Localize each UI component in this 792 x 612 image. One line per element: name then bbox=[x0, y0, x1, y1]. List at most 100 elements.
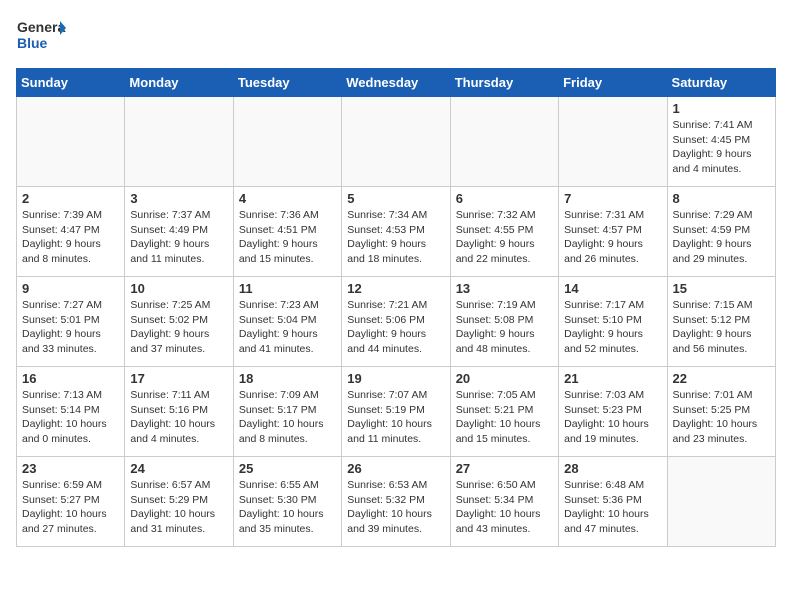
day-info: Sunrise: 7:17 AM Sunset: 5:10 PM Dayligh… bbox=[564, 298, 661, 357]
day-number: 17 bbox=[130, 371, 227, 386]
weekday-header-thursday: Thursday bbox=[450, 69, 558, 97]
day-info: Sunrise: 7:15 AM Sunset: 5:12 PM Dayligh… bbox=[673, 298, 770, 357]
day-info: Sunrise: 7:41 AM Sunset: 4:45 PM Dayligh… bbox=[673, 118, 770, 177]
day-info: Sunrise: 6:48 AM Sunset: 5:36 PM Dayligh… bbox=[564, 478, 661, 537]
calendar-cell: 9 Sunrise: 7:27 AM Sunset: 5:01 PM Daylig… bbox=[17, 277, 125, 367]
calendar-cell: 8 Sunrise: 7:29 AM Sunset: 4:59 PM Daylig… bbox=[667, 187, 775, 277]
day-info: Sunrise: 6:59 AM Sunset: 5:27 PM Dayligh… bbox=[22, 478, 119, 537]
day-number: 22 bbox=[673, 371, 770, 386]
calendar-week-row: 16 Sunrise: 7:13 AM Sunset: 5:14 PM Dayli… bbox=[17, 367, 776, 457]
calendar-cell: 11 Sunrise: 7:23 AM Sunset: 5:04 PM Dayli… bbox=[233, 277, 341, 367]
calendar-cell: 21 Sunrise: 7:03 AM Sunset: 5:23 PM Dayli… bbox=[559, 367, 667, 457]
calendar-cell: 22 Sunrise: 7:01 AM Sunset: 5:25 PM Dayli… bbox=[667, 367, 775, 457]
day-info: Sunrise: 7:37 AM Sunset: 4:49 PM Dayligh… bbox=[130, 208, 227, 267]
day-info: Sunrise: 7:27 AM Sunset: 5:01 PM Dayligh… bbox=[22, 298, 119, 357]
weekday-header-wednesday: Wednesday bbox=[342, 69, 450, 97]
day-info: Sunrise: 7:21 AM Sunset: 5:06 PM Dayligh… bbox=[347, 298, 444, 357]
day-number: 23 bbox=[22, 461, 119, 476]
calendar-cell: 24Sunrise: 6:57 AM Sunset: 5:29 PM Dayli… bbox=[125, 457, 233, 547]
day-number: 3 bbox=[130, 191, 227, 206]
day-number: 15 bbox=[673, 281, 770, 296]
page-header: General Blue bbox=[16, 16, 776, 58]
day-number: 7 bbox=[564, 191, 661, 206]
day-number: 16 bbox=[22, 371, 119, 386]
calendar-week-row: 23 Sunrise: 6:59 AM Sunset: 5:27 PM Dayli… bbox=[17, 457, 776, 547]
day-info: Sunrise: 6:57 AM Sunset: 5:29 PM Dayligh… bbox=[130, 478, 227, 537]
calendar-cell bbox=[667, 457, 775, 547]
calendar-cell: 4 Sunrise: 7:36 AM Sunset: 4:51 PM Daylig… bbox=[233, 187, 341, 277]
day-info: Sunrise: 7:36 AM Sunset: 4:51 PM Dayligh… bbox=[239, 208, 336, 267]
day-info: Sunrise: 7:29 AM Sunset: 4:59 PM Dayligh… bbox=[673, 208, 770, 267]
day-info: Sunrise: 7:34 AM Sunset: 4:53 PM Dayligh… bbox=[347, 208, 444, 267]
day-info: Sunrise: 7:31 AM Sunset: 4:57 PM Dayligh… bbox=[564, 208, 661, 267]
calendar-cell: 15 Sunrise: 7:15 AM Sunset: 5:12 PM Dayli… bbox=[667, 277, 775, 367]
day-number: 10 bbox=[130, 281, 227, 296]
weekday-header-row: SundayMondayTuesdayWednesdayThursdayFrid… bbox=[17, 69, 776, 97]
calendar-week-row: 9 Sunrise: 7:27 AM Sunset: 5:01 PM Daylig… bbox=[17, 277, 776, 367]
day-info: Sunrise: 7:05 AM Sunset: 5:21 PM Dayligh… bbox=[456, 388, 553, 447]
day-info: Sunrise: 6:53 AM Sunset: 5:32 PM Dayligh… bbox=[347, 478, 444, 537]
calendar-cell bbox=[450, 97, 558, 187]
calendar-cell: 5 Sunrise: 7:34 AM Sunset: 4:53 PM Daylig… bbox=[342, 187, 450, 277]
calendar-cell: 1 Sunrise: 7:41 AM Sunset: 4:45 PM Daylig… bbox=[667, 97, 775, 187]
calendar-cell bbox=[559, 97, 667, 187]
calendar-cell: 16 Sunrise: 7:13 AM Sunset: 5:14 PM Dayli… bbox=[17, 367, 125, 457]
day-number: 28 bbox=[564, 461, 661, 476]
day-number: 14 bbox=[564, 281, 661, 296]
calendar-cell: 7 Sunrise: 7:31 AM Sunset: 4:57 PM Daylig… bbox=[559, 187, 667, 277]
day-info: Sunrise: 7:19 AM Sunset: 5:08 PM Dayligh… bbox=[456, 298, 553, 357]
weekday-header-monday: Monday bbox=[125, 69, 233, 97]
day-info: Sunrise: 7:39 AM Sunset: 4:47 PM Dayligh… bbox=[22, 208, 119, 267]
calendar-cell bbox=[342, 97, 450, 187]
weekday-header-tuesday: Tuesday bbox=[233, 69, 341, 97]
weekday-header-saturday: Saturday bbox=[667, 69, 775, 97]
day-info: Sunrise: 7:03 AM Sunset: 5:23 PM Dayligh… bbox=[564, 388, 661, 447]
calendar-table: SundayMondayTuesdayWednesdayThursdayFrid… bbox=[16, 68, 776, 547]
day-number: 18 bbox=[239, 371, 336, 386]
calendar-cell: 25Sunrise: 6:55 AM Sunset: 5:30 PM Dayli… bbox=[233, 457, 341, 547]
day-info: Sunrise: 7:23 AM Sunset: 5:04 PM Dayligh… bbox=[239, 298, 336, 357]
calendar-cell: 2 Sunrise: 7:39 AM Sunset: 4:47 PM Daylig… bbox=[17, 187, 125, 277]
calendar-cell: 13 Sunrise: 7:19 AM Sunset: 5:08 PM Dayli… bbox=[450, 277, 558, 367]
calendar-cell: 3 Sunrise: 7:37 AM Sunset: 4:49 PM Daylig… bbox=[125, 187, 233, 277]
calendar-cell: 14 Sunrise: 7:17 AM Sunset: 5:10 PM Dayli… bbox=[559, 277, 667, 367]
calendar-cell: 23 Sunrise: 6:59 AM Sunset: 5:27 PM Dayli… bbox=[17, 457, 125, 547]
calendar-week-row: 1 Sunrise: 7:41 AM Sunset: 4:45 PM Daylig… bbox=[17, 97, 776, 187]
calendar-cell: 6 Sunrise: 7:32 AM Sunset: 4:55 PM Daylig… bbox=[450, 187, 558, 277]
calendar-cell: 28 Sunrise: 6:48 AM Sunset: 5:36 PM Dayli… bbox=[559, 457, 667, 547]
day-info: Sunrise: 7:32 AM Sunset: 4:55 PM Dayligh… bbox=[456, 208, 553, 267]
logo-svg: General Blue bbox=[16, 16, 66, 58]
day-info: Sunrise: 7:11 AM Sunset: 5:16 PM Dayligh… bbox=[130, 388, 227, 447]
weekday-header-friday: Friday bbox=[559, 69, 667, 97]
day-number: 21 bbox=[564, 371, 661, 386]
day-number: 19 bbox=[347, 371, 444, 386]
day-number: 1 bbox=[673, 101, 770, 116]
day-info: Sunrise: 7:13 AM Sunset: 5:14 PM Dayligh… bbox=[22, 388, 119, 447]
day-number: 9 bbox=[22, 281, 119, 296]
day-number: 6 bbox=[456, 191, 553, 206]
logo: General Blue bbox=[16, 16, 66, 58]
calendar-cell: 26 Sunrise: 6:53 AM Sunset: 5:32 PM Dayli… bbox=[342, 457, 450, 547]
svg-text:Blue: Blue bbox=[17, 35, 48, 51]
calendar-week-row: 2 Sunrise: 7:39 AM Sunset: 4:47 PM Daylig… bbox=[17, 187, 776, 277]
day-number: 12 bbox=[347, 281, 444, 296]
calendar-cell: 20 Sunrise: 7:05 AM Sunset: 5:21 PM Dayli… bbox=[450, 367, 558, 457]
day-number: 20 bbox=[456, 371, 553, 386]
day-info: Sunrise: 6:55 AM Sunset: 5:30 PM Dayligh… bbox=[239, 478, 336, 537]
calendar-cell: 27Sunrise: 6:50 AM Sunset: 5:34 PM Dayli… bbox=[450, 457, 558, 547]
calendar-cell: 19 Sunrise: 7:07 AM Sunset: 5:19 PM Dayli… bbox=[342, 367, 450, 457]
calendar-cell bbox=[17, 97, 125, 187]
day-number: 13 bbox=[456, 281, 553, 296]
day-number: 4 bbox=[239, 191, 336, 206]
day-info: Sunrise: 7:09 AM Sunset: 5:17 PM Dayligh… bbox=[239, 388, 336, 447]
day-number: 5 bbox=[347, 191, 444, 206]
day-number: 8 bbox=[673, 191, 770, 206]
calendar-cell: 18 Sunrise: 7:09 AM Sunset: 5:17 PM Dayli… bbox=[233, 367, 341, 457]
day-info: Sunrise: 7:07 AM Sunset: 5:19 PM Dayligh… bbox=[347, 388, 444, 447]
day-number: 26 bbox=[347, 461, 444, 476]
day-number: 11 bbox=[239, 281, 336, 296]
calendar-cell bbox=[233, 97, 341, 187]
day-info: Sunrise: 7:01 AM Sunset: 5:25 PM Dayligh… bbox=[673, 388, 770, 447]
day-number: 2 bbox=[22, 191, 119, 206]
day-info: Sunrise: 7:25 AM Sunset: 5:02 PM Dayligh… bbox=[130, 298, 227, 357]
